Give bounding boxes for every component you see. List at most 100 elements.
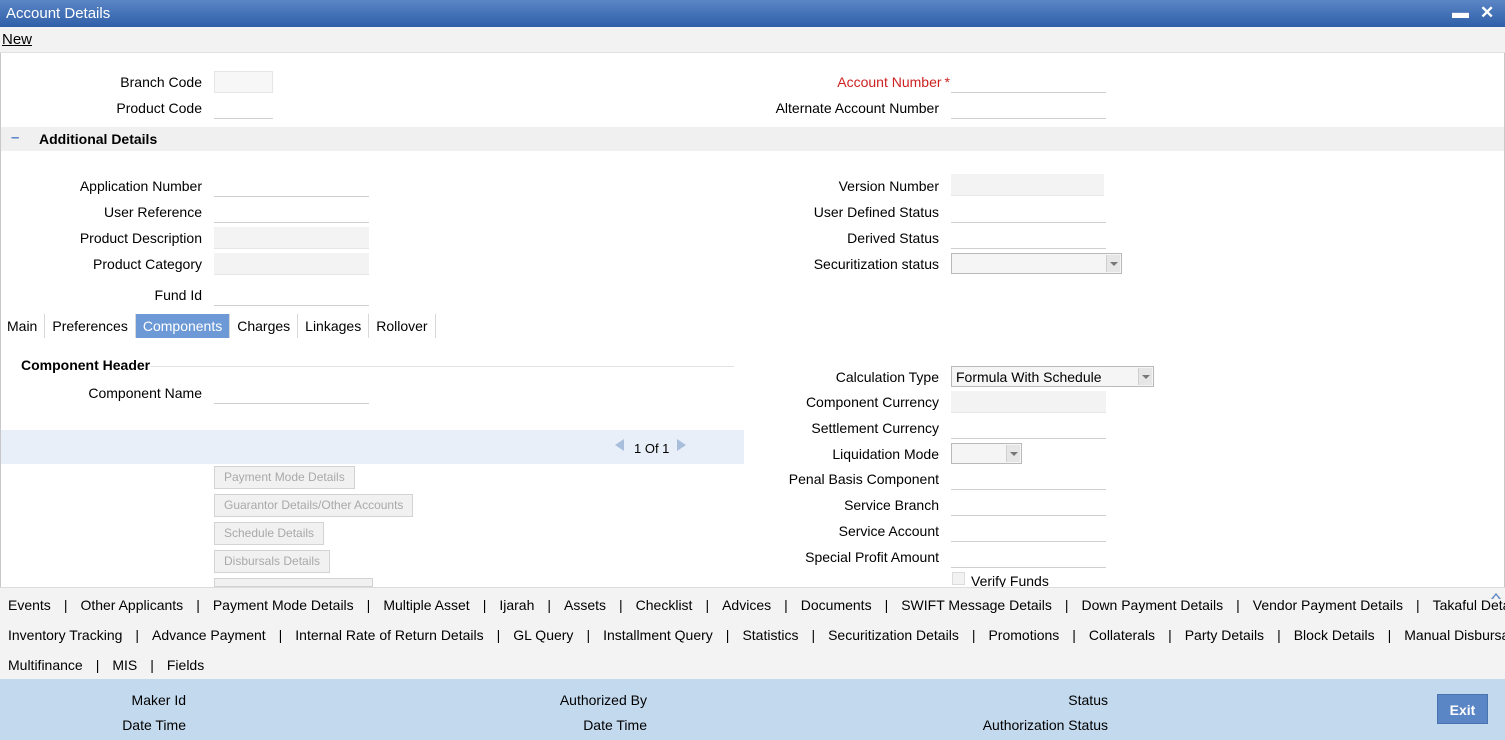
derived-status-field bbox=[951, 227, 1106, 249]
link-separator: | bbox=[971, 627, 976, 643]
product-code-label: Product Code bbox=[116, 100, 202, 116]
footer-link-multifinance[interactable]: Multifinance bbox=[8, 657, 83, 673]
tab-preferences[interactable]: Preferences bbox=[45, 314, 136, 338]
close-icon[interactable]: ✕ bbox=[1480, 3, 1494, 23]
maker-id-label: Maker Id bbox=[131, 692, 186, 708]
component-name-field[interactable] bbox=[214, 382, 369, 404]
payment-mode-details-button[interactable]: Payment Mode Details bbox=[214, 466, 355, 489]
link-separator: | bbox=[278, 627, 283, 643]
alternate-account-number-field[interactable] bbox=[951, 97, 1106, 119]
footer-link-advices[interactable]: Advices bbox=[722, 597, 771, 613]
link-separator: | bbox=[150, 657, 154, 673]
footer-link-payment-mode-details[interactable]: Payment Mode Details bbox=[213, 597, 354, 613]
tab-main[interactable]: Main bbox=[0, 314, 46, 338]
footer-link-inventory-tracking[interactable]: Inventory Tracking bbox=[8, 627, 122, 643]
footer-link-securitization-details[interactable]: Securitization Details bbox=[828, 627, 959, 643]
account-number-field[interactable] bbox=[951, 71, 1106, 93]
pager-text: 1 Of 1 bbox=[634, 441, 670, 456]
version-number-label: Version Number bbox=[838, 178, 939, 194]
footer-link-collaterals[interactable]: Collaterals bbox=[1089, 627, 1155, 643]
footer-link-promotions[interactable]: Promotions bbox=[988, 627, 1059, 643]
liquidation-mode-select[interactable] bbox=[951, 443, 1022, 464]
partially-hidden-button[interactable] bbox=[214, 578, 373, 587]
link-separator: | bbox=[196, 597, 200, 613]
footer-link-checklist[interactable]: Checklist bbox=[636, 597, 693, 613]
footer-link-multiple-asset[interactable]: Multiple Asset bbox=[383, 597, 469, 613]
footer-link-events[interactable]: Events bbox=[8, 597, 51, 613]
link-separator: | bbox=[1072, 627, 1076, 643]
next-icon[interactable] bbox=[677, 439, 686, 451]
footer-link-advance-payment[interactable]: Advance Payment bbox=[152, 627, 266, 643]
footer-link-assets[interactable]: Assets bbox=[564, 597, 606, 613]
fund-id-field[interactable] bbox=[214, 284, 369, 306]
minimize-icon[interactable]: ▬ bbox=[1452, 3, 1469, 23]
footer-link-swift-message-details[interactable]: SWIFT Message Details bbox=[901, 597, 1052, 613]
verify-funds-checkbox[interactable] bbox=[952, 572, 965, 585]
service-account-label: Service Account bbox=[838, 523, 939, 539]
footer-link-fields[interactable]: Fields bbox=[167, 657, 204, 673]
link-separator: | bbox=[1387, 627, 1392, 643]
footer-link-down-payment-details[interactable]: Down Payment Details bbox=[1082, 597, 1224, 613]
footer-link-ijarah[interactable]: Ijarah bbox=[499, 597, 534, 613]
footer-link-block-details[interactable]: Block Details bbox=[1294, 627, 1375, 643]
service-account-field[interactable] bbox=[951, 520, 1106, 542]
product-description-field bbox=[214, 227, 369, 249]
footer-links-row-2: Inventory Tracking | Advance Payment | Inter… bbox=[8, 627, 1505, 643]
tab-linkages[interactable]: Linkages bbox=[298, 314, 370, 338]
audit-bar: Maker Id Date Time Authorized By Date Ti… bbox=[0, 679, 1505, 740]
tab-components[interactable]: Components bbox=[135, 314, 231, 338]
disbursals-details-button[interactable]: Disbursals Details bbox=[214, 550, 331, 573]
link-separator: | bbox=[1236, 597, 1240, 613]
footer-link-party-details[interactable]: Party Details bbox=[1185, 627, 1264, 643]
link-separator: | bbox=[619, 597, 623, 613]
previous-icon[interactable] bbox=[615, 439, 624, 451]
collapse-icon[interactable]: – bbox=[11, 129, 19, 146]
application-number-label: Application Number bbox=[79, 178, 202, 194]
footer-link-takaful-details[interactable]: Takaful Details bbox=[1433, 597, 1505, 613]
link-separator: | bbox=[63, 597, 68, 613]
footer-link-documents[interactable]: Documents bbox=[801, 597, 872, 613]
product-category-field bbox=[214, 253, 369, 275]
authorization-status-label: Authorization Status bbox=[982, 717, 1108, 733]
title-bar: Account Details ▬ ✕ bbox=[0, 0, 1505, 27]
additional-details-section[interactable]: – Additional Details bbox=[1, 127, 1504, 151]
special-profit-amount-label: Special Profit Amount bbox=[805, 549, 939, 565]
user-defined-status-field[interactable] bbox=[951, 201, 1106, 223]
application-number-field[interactable] bbox=[214, 175, 369, 197]
collapse-up-icon[interactable] bbox=[1491, 593, 1501, 599]
calculation-type-select[interactable]: Formula With Schedule bbox=[951, 366, 1154, 387]
footer-link-internal-rate-of-return-details[interactable]: Internal Rate of Return Details bbox=[295, 627, 483, 643]
guarantor-details-button[interactable]: Guarantor Details/Other Accounts bbox=[214, 494, 414, 517]
footer-link-installment-query[interactable]: Installment Query bbox=[603, 627, 713, 643]
derived-status-label: Derived Status bbox=[847, 230, 939, 246]
fund-id-label: Fund Id bbox=[154, 287, 202, 303]
date-time-label: Date Time bbox=[122, 717, 186, 733]
special-profit-amount-field[interactable] bbox=[951, 546, 1106, 568]
footer-link-vendor-payment-details[interactable]: Vendor Payment Details bbox=[1253, 597, 1403, 613]
branch-code-field[interactable] bbox=[214, 71, 273, 93]
tab-rollover[interactable]: Rollover bbox=[369, 314, 436, 338]
schedule-details-button[interactable]: Schedule Details bbox=[214, 522, 325, 545]
link-separator: | bbox=[1064, 597, 1069, 613]
penal-basis-component-field[interactable] bbox=[951, 468, 1106, 490]
product-code-field[interactable] bbox=[214, 97, 273, 119]
settlement-currency-field[interactable] bbox=[951, 417, 1106, 439]
user-reference-field[interactable] bbox=[214, 201, 369, 223]
pager: 1 Of 1 bbox=[1, 430, 744, 464]
branch-code-label: Branch Code bbox=[120, 74, 202, 90]
tab-charges[interactable]: Charges bbox=[230, 314, 299, 338]
footer-link-other-applicants[interactable]: Other Applicants bbox=[80, 597, 183, 613]
footer-link-mis[interactable]: MIS bbox=[112, 657, 137, 673]
authorized-by-label: Authorized By bbox=[559, 692, 647, 708]
link-separator: | bbox=[135, 627, 140, 643]
new-link[interactable]: New bbox=[2, 31, 32, 48]
service-branch-field[interactable] bbox=[951, 494, 1106, 516]
version-number-field bbox=[951, 174, 1104, 196]
footer-link-manual-disbursals[interactable]: Manual Disbursals bbox=[1404, 627, 1505, 643]
liquidation-mode-label: Liquidation Mode bbox=[832, 446, 939, 462]
chevron-down-icon bbox=[1006, 445, 1020, 462]
securitization-status-select[interactable] bbox=[951, 253, 1122, 274]
exit-button[interactable]: Exit bbox=[1437, 694, 1488, 724]
footer-link-gl-query[interactable]: GL Query bbox=[513, 627, 573, 643]
footer-link-statistics[interactable]: Statistics bbox=[742, 627, 798, 643]
